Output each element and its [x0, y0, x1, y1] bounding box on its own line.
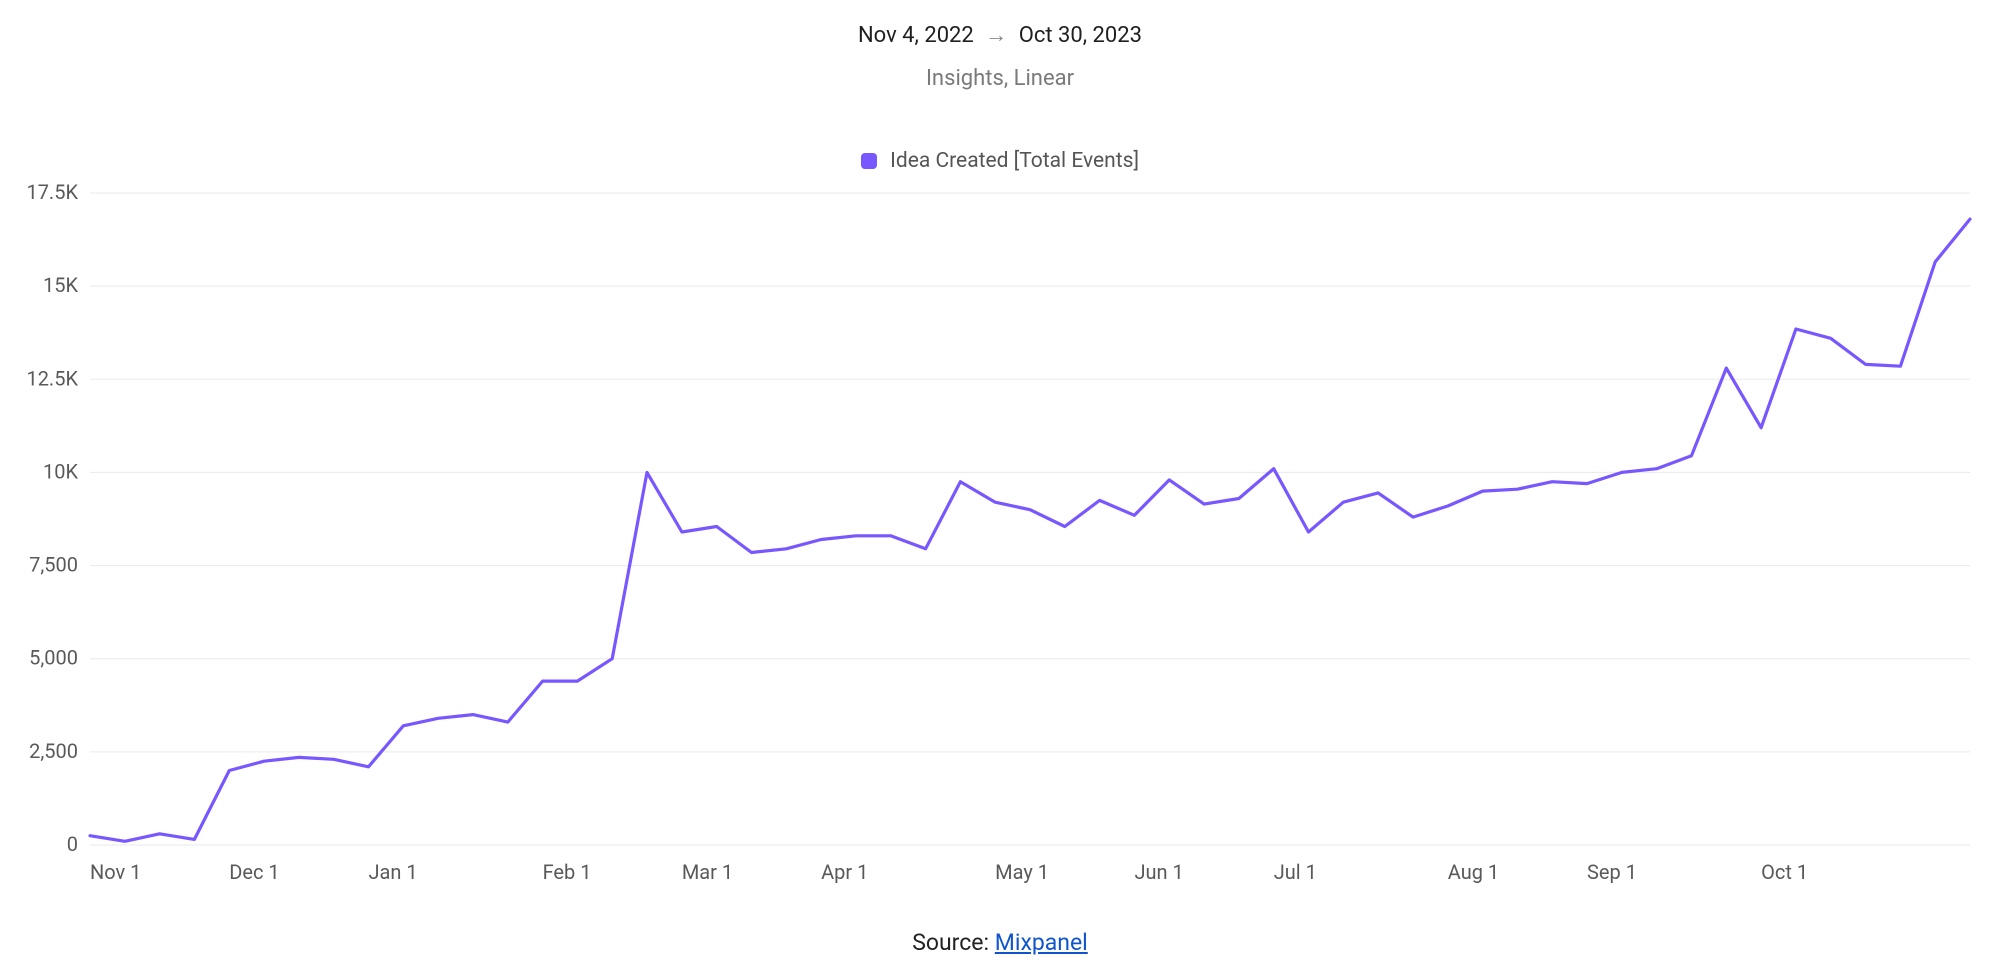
svg-text:May 1: May 1	[995, 860, 1049, 884]
svg-text:Jan 1: Jan 1	[369, 860, 418, 884]
legend-series-label: Idea Created [Total Events]	[890, 149, 1139, 173]
svg-text:Jul 1: Jul 1	[1274, 860, 1317, 884]
svg-text:Aug 1: Aug 1	[1448, 860, 1499, 884]
svg-text:Nov 1: Nov 1	[90, 860, 141, 884]
svg-text:0: 0	[67, 832, 78, 856]
svg-text:Feb 1: Feb 1	[543, 860, 592, 884]
svg-text:Jun 1: Jun 1	[1134, 860, 1183, 884]
source-link[interactable]: Mixpanel	[995, 929, 1088, 956]
svg-text:10K: 10K	[43, 459, 78, 483]
legend: Idea Created [Total Events]	[0, 149, 2000, 173]
svg-text:15K: 15K	[43, 273, 78, 297]
date-range: Nov 4, 2022 → Oct 30, 2023	[0, 22, 2000, 48]
date-from: Nov 4, 2022	[858, 23, 974, 48]
chart-subtitle: Insights, Linear	[0, 66, 2000, 91]
svg-text:2,500: 2,500	[29, 739, 78, 763]
svg-text:17.5K: 17.5K	[26, 180, 78, 204]
svg-text:Apr 1: Apr 1	[821, 860, 868, 884]
source-prefix: Source:	[912, 929, 995, 956]
svg-text:7,500: 7,500	[29, 553, 78, 577]
svg-text:Sep 1: Sep 1	[1587, 860, 1637, 884]
line-chart: 0 2,500 5,000 7,500 10K 12.5K 15K 17.5K Nov 1 Dec…	[20, 177, 1980, 897]
svg-text:5,000: 5,000	[29, 646, 78, 670]
svg-text:12.5K: 12.5K	[26, 366, 78, 390]
date-to: Oct 30, 2023	[1019, 23, 1142, 48]
chart-area: 0 2,500 5,000 7,500 10K 12.5K 15K 17.5K Nov 1 Dec…	[20, 177, 1980, 901]
source-line: Source: Mixpanel	[0, 929, 2000, 956]
svg-text:Mar 1: Mar 1	[682, 860, 733, 884]
arrow-icon: →	[985, 23, 1007, 48]
svg-text:Oct 1: Oct 1	[1761, 860, 1808, 884]
legend-swatch-icon	[861, 153, 877, 169]
svg-text:Dec 1: Dec 1	[229, 860, 279, 884]
